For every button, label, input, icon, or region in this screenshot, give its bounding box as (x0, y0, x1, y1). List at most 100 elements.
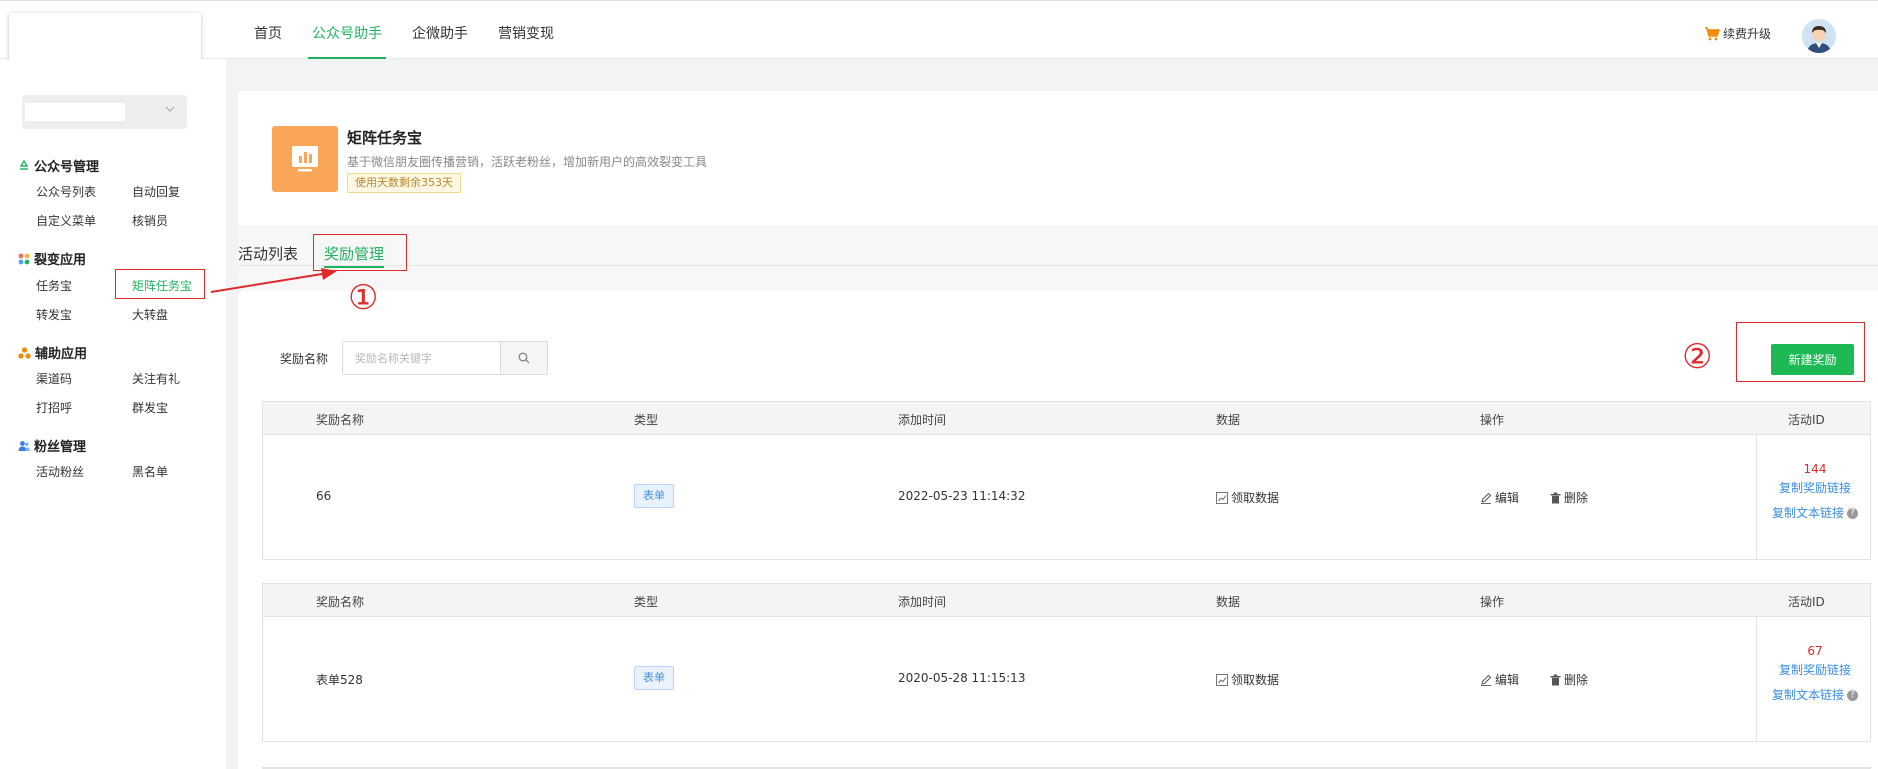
trash-icon (1550, 674, 1561, 685)
search-input[interactable] (343, 342, 500, 374)
user-avatar[interactable] (1802, 19, 1836, 53)
sidebar-item-forward-treasure[interactable]: 转发宝 (36, 306, 72, 323)
activity-id: 144 (1803, 462, 1827, 476)
chart-board-icon (292, 146, 318, 172)
reward-card: 奖励名称 类型 添加时间 数据 操作 活动ID 表单528 表单 2020-05… (262, 583, 1871, 742)
highlight-box-reward-tab (313, 234, 407, 271)
edit-button[interactable]: 编辑 (1480, 671, 1519, 688)
sidebar-group-title: 公众号管理 (34, 160, 100, 175)
sidebar-item-account-list[interactable]: 公众号列表 (36, 183, 96, 200)
table-row: 66 表单 2022-05-23 11:14:32 领取数据 编辑 删除 144… (263, 435, 1870, 559)
nav-item-home[interactable]: 首页 (254, 1, 282, 59)
sidebar-item-wheel[interactable]: 大转盘 (132, 306, 168, 323)
edit-button[interactable]: 编辑 (1480, 489, 1519, 506)
sidebar-item-activity-fans[interactable]: 活动粉丝 (36, 463, 84, 480)
pencil-icon (1481, 492, 1492, 504)
column-header-time: 添加时间 (898, 413, 947, 427)
top-nav: 首页 公众号助手 企微助手 营销变现 (254, 1, 584, 59)
delete-button[interactable]: 删除 (1550, 671, 1588, 688)
column-header-time: 添加时间 (898, 595, 947, 609)
delete-label: 删除 (1564, 491, 1589, 505)
column-header-type: 类型 (634, 413, 659, 427)
sidebar-item-mass-send[interactable]: 群发宝 (132, 399, 168, 416)
logo[interactable] (9, 13, 201, 61)
highlight-box-matrix (115, 269, 205, 299)
column-header-name: 奖励名称 (316, 595, 365, 609)
column-header-actions: 操作 (1480, 595, 1505, 609)
pencil-icon (1481, 674, 1492, 686)
search-label: 奖励名称 (280, 352, 329, 366)
sidebar-group-official-account: 公众号管理 (18, 156, 99, 175)
added-time: 2022-05-23 11:14:32 (898, 489, 1026, 503)
sidebar-item-follow-gift[interactable]: 关注有礼 (132, 370, 180, 387)
copy-reward-link[interactable]: 复制奖励链接 (1757, 661, 1873, 678)
sidebar-item-custom-menu[interactable]: 自定义菜单 (36, 212, 96, 229)
avatar-icon (1802, 19, 1836, 53)
trash-icon (1550, 492, 1561, 503)
table-row: 表单528 表单 2020-05-28 11:15:13 领取数据 编辑 删除 … (263, 617, 1870, 741)
edit-label: 编辑 (1495, 491, 1520, 505)
type-tag: 表单 (634, 484, 674, 508)
cart-icon (1705, 26, 1720, 40)
column-header-actions: 操作 (1480, 413, 1505, 427)
sidebar-item-channel-code[interactable]: 渠道码 (36, 370, 72, 387)
stats-icon (1216, 491, 1228, 504)
renew-upgrade-link[interactable]: 续费升级 (1704, 25, 1771, 42)
top-bar: 首页 公众号助手 企微助手 营销变现 续费升级 (0, 0, 1878, 61)
type-tag: 表单 (634, 666, 674, 690)
nav-item-wecom-assistant[interactable]: 企微助手 (412, 1, 468, 59)
search-icon (518, 352, 530, 364)
help-icon[interactable]: ? (1847, 508, 1858, 519)
nav-item-marketing[interactable]: 营销变现 (498, 1, 554, 59)
users-icon (18, 440, 30, 451)
sidebar-group-fission: 裂变应用 (18, 249, 86, 268)
reward-card: 奖励名称 类型 添加时间 数据 操作 活动ID 66 表单 2022-05-23… (262, 401, 1871, 560)
sidebar-item-task-treasure[interactable]: 任务宝 (36, 277, 72, 294)
copy-text-link-label: 复制文本链接 (1771, 688, 1844, 702)
sidebar-item-verifier[interactable]: 核销员 (132, 212, 168, 229)
sidebar-group-title: 辅助应用 (35, 347, 88, 362)
claim-data-link[interactable]: 领取数据 (1216, 671, 1279, 688)
sidebar-group-title: 裂变应用 (34, 253, 87, 268)
reward-name: 表单528 (316, 673, 363, 687)
reward-name: 66 (316, 489, 332, 503)
sidebar-group-title: 粉丝管理 (34, 440, 87, 455)
sidebar-item-blacklist[interactable]: 黑名单 (132, 463, 168, 480)
renew-label: 续费升级 (1723, 27, 1772, 41)
activity-id-cell: 67 复制奖励链接 复制文本链接? (1756, 617, 1872, 741)
sidebar: 公众号管理 公众号列表 自动回复 自定义菜单 核销员 裂变应用 任务宝 矩阵任务… (0, 59, 226, 769)
delete-label: 删除 (1564, 673, 1589, 687)
activity-id-cell: 144 复制奖励链接 复制文本链接? (1756, 435, 1872, 559)
activity-id: 67 (1807, 644, 1823, 658)
search-box (342, 341, 548, 375)
column-header-name: 奖励名称 (316, 413, 365, 427)
sidebar-item-auto-reply[interactable]: 自动回复 (132, 183, 180, 200)
column-header-id: 活动ID (1788, 595, 1825, 609)
app-title: 矩阵任务宝 (347, 129, 423, 147)
sidebar-group-auxiliary: 辅助应用 (18, 343, 87, 362)
highlight-box-new-reward (1736, 322, 1865, 382)
app-header: 矩阵任务宝 基于微信朋友圈传播营销，活跃老粉丝，增加新用户的高效裂变工具 使用天… (238, 91, 1878, 225)
main-content: 矩阵任务宝 基于微信朋友圈传播营销，活跃老粉丝，增加新用户的高效裂变工具 使用天… (238, 91, 1878, 769)
copy-text-link[interactable]: 复制文本链接? (1757, 686, 1873, 703)
account-select-value (25, 103, 125, 121)
delete-button[interactable]: 删除 (1550, 489, 1588, 506)
claim-data-label: 领取数据 (1231, 491, 1280, 505)
tab-activity-list[interactable]: 活动列表 (238, 243, 298, 264)
column-header-data: 数据 (1216, 413, 1241, 427)
copy-text-link[interactable]: 复制文本链接? (1757, 504, 1873, 521)
column-header-data: 数据 (1216, 595, 1241, 609)
help-icon[interactable]: ? (1847, 690, 1858, 701)
edit-label: 编辑 (1495, 673, 1520, 687)
app-icon (272, 126, 338, 192)
tabs-bar (238, 225, 1878, 291)
account-select[interactable] (22, 95, 187, 129)
column-header-id: 活动ID (1788, 413, 1825, 427)
claim-data-link[interactable]: 领取数据 (1216, 489, 1279, 506)
sidebar-item-greeting[interactable]: 打招呼 (36, 399, 72, 416)
copy-reward-link[interactable]: 复制奖励链接 (1757, 479, 1873, 496)
search-button[interactable] (500, 342, 547, 374)
nav-item-official-account-assistant[interactable]: 公众号助手 (308, 1, 386, 59)
copy-text-link-label: 复制文本链接 (1771, 506, 1844, 520)
claim-data-label: 领取数据 (1231, 673, 1280, 687)
